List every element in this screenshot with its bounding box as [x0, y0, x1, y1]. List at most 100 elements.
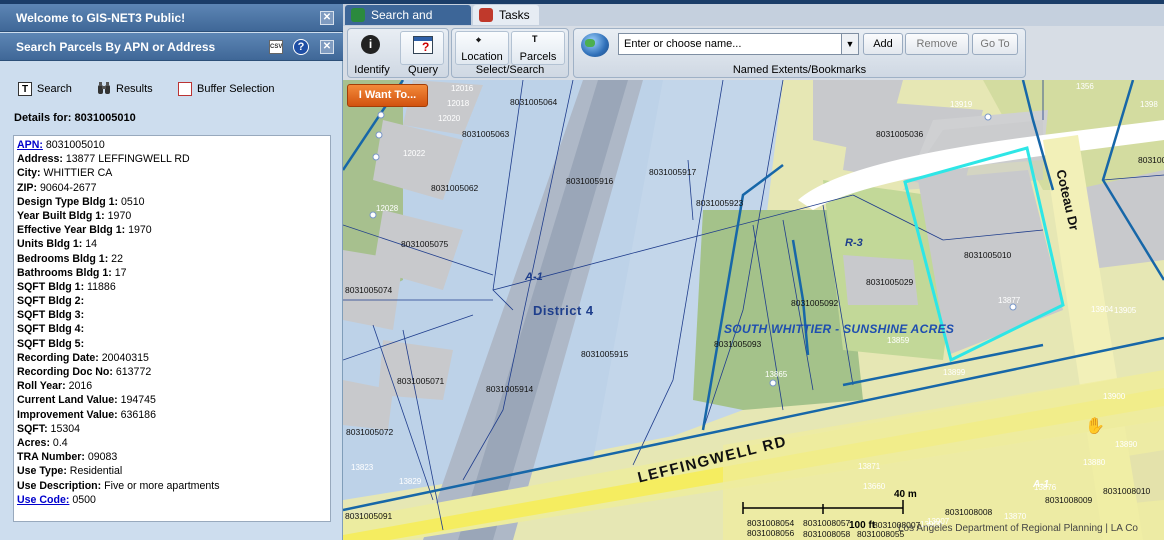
address-number-label: 12028 [376, 204, 399, 213]
zone-r3-label: R-3 [845, 237, 863, 249]
address-number-label: 13859 [887, 336, 910, 345]
tab-results-label: Results [116, 83, 153, 95]
detail-value: 0.4 [49, 436, 68, 449]
search-title: Search Parcels By APN or Address [16, 40, 216, 54]
parcel-number-label: 8031005093 [714, 339, 762, 349]
detail-row: SQFT Bldg 2: [17, 294, 330, 308]
address-number-label: 13905 [1114, 306, 1137, 315]
buffer-icon [178, 82, 192, 97]
detail-value: 20040315 [98, 351, 149, 364]
detail-key: SQFT Bldg 4: [17, 323, 85, 336]
tab-buffer-selection[interactable]: Buffer Selection [178, 80, 274, 98]
detail-row: City: WHITTIER CA [17, 166, 330, 180]
detail-key: SQFT Bldg 3: [17, 309, 85, 322]
address-number-label: 12018 [447, 99, 470, 108]
bookmark-combo[interactable]: Enter or choose name... ▼ [618, 33, 859, 55]
go-to-button[interactable]: Go To [972, 33, 1018, 55]
tab-search[interactable]: T Search [18, 80, 72, 98]
detail-key: SQFT Bldg 1: [17, 280, 85, 293]
detail-row: Roll Year: 2016 [17, 379, 330, 393]
area-label: SOUTH WHITTIER - SUNSHINE ACRES [724, 322, 955, 336]
detail-value: 09083 [84, 451, 118, 464]
parcel-number-label: 8031005071 [397, 376, 445, 386]
close-search-icon[interactable]: ✕ [320, 40, 334, 54]
detail-key: SQFT: [17, 422, 48, 435]
parcel-number-label: 8031005917 [649, 167, 697, 177]
identify-label: Identify [354, 64, 390, 76]
detail-key: Acres: [17, 436, 50, 449]
hand-cursor-icon: ✋ [1085, 418, 1105, 435]
detail-key: Use Description: [17, 479, 102, 492]
chevron-down-icon[interactable]: ▼ [841, 34, 858, 54]
globe-bookmark-icon [581, 33, 609, 57]
address-number-label: 13660 [863, 482, 886, 491]
globe-icon [351, 8, 365, 22]
parcels-label: Parcels [519, 51, 557, 63]
remove-button[interactable]: Remove [905, 33, 969, 55]
tab-tasks[interactable]: Tasks [473, 5, 539, 25]
detail-key: ZIP: [17, 181, 38, 194]
left-panel: Welcome to GIS-NET3 Public! ✕ Search Par… [0, 4, 343, 540]
detail-key-link[interactable]: APN: [17, 139, 43, 151]
detail-row: Year Built Bldg 1: 1970 [17, 209, 330, 223]
detail-value: 2016 [65, 380, 93, 393]
address-number-label: 13823 [351, 463, 374, 472]
detail-row: Recording Date: 20040315 [17, 351, 330, 365]
csv-export-icon[interactable]: CSV [269, 40, 283, 54]
query-label: Query [408, 64, 438, 76]
identify-query-group: i ? Identify Query [347, 28, 449, 78]
detail-row: Acres: 0.4 [17, 436, 330, 450]
detail-value: 0500 [69, 493, 96, 506]
location-icon: ⌖ [476, 35, 482, 45]
address-number-label: 1356 [1076, 82, 1094, 91]
map-attribution: Los Angeles Department of Regional Plann… [898, 523, 1138, 534]
parcel-number-label: 8031008054 [747, 518, 795, 528]
detail-row: Design Type Bldg 1: 0510 [17, 195, 330, 209]
detail-row: Bedrooms Bldg 1: 22 [17, 252, 330, 266]
detail-row: Address: 13877 LEFFINGWELL RD [17, 152, 330, 166]
address-number-label: 13870 [1004, 512, 1027, 521]
detail-key: Recording Date: [17, 351, 99, 364]
detail-key: Bedrooms Bldg 1: [17, 252, 109, 265]
address-number-label: 13890 [1115, 440, 1138, 449]
detail-key-link[interactable]: Use Code: [17, 494, 69, 506]
close-welcome-icon[interactable]: ✕ [320, 11, 334, 25]
info-icon: i [361, 35, 380, 54]
tab-tasks-label: Tasks [499, 8, 530, 22]
detail-row: APN: 8031005010 [17, 138, 330, 152]
i-want-to-button[interactable]: I Want To... [347, 84, 428, 107]
query-button[interactable]: ? [400, 31, 444, 65]
location-label: Location [461, 51, 503, 63]
parcels-button[interactable]: T Parcels [511, 31, 565, 65]
toolbar-tab-row: Search and Locate Tasks [343, 4, 1164, 42]
detail-row: Units Bldg 1: 14 [17, 237, 330, 251]
address-number-label: 13919 [950, 100, 973, 109]
detail-row: SQFT Bldg 1: 11886 [17, 280, 330, 294]
parcel-number-label: 8031005091 [345, 511, 393, 521]
parcel-number-label: 8031005923 [696, 198, 744, 208]
detail-row: Improvement Value: 636186 [17, 408, 330, 422]
detail-value: 11886 [84, 280, 116, 293]
parcel-number-label: 8031008009 [1045, 495, 1093, 505]
toolbar: Search and Locate Tasks i ? Identify Que… [343, 4, 1164, 80]
detail-key: Design Type Bldg 1: [17, 195, 119, 208]
address-number-label: 13899 [943, 368, 966, 377]
detail-row: Use Code: 0500 [17, 493, 330, 507]
detail-row: Bathrooms Bldg 1: 17 [17, 266, 330, 280]
detail-value: 17 [111, 266, 127, 279]
add-button[interactable]: Add [863, 33, 903, 55]
detail-row: Effective Year Bldg 1: 1970 [17, 223, 330, 237]
detail-value: 8031005010 [42, 139, 105, 151]
welcome-header: Welcome to GIS-NET3 Public! ✕ [0, 4, 343, 32]
address-number-label: 13865 [765, 370, 788, 379]
parcel-number-label: 8031005915 [581, 349, 629, 359]
identify-button[interactable]: i [350, 31, 392, 65]
help-icon[interactable]: ? [293, 39, 309, 55]
detail-value: 22 [108, 252, 123, 265]
tab-results[interactable]: Results [97, 80, 153, 98]
bookmark-combo-text: Enter or choose name... [624, 38, 742, 50]
map-view[interactable]: 8031005064 8031005063 8031005062 8031005075… [343, 80, 1164, 540]
location-button[interactable]: ⌖ Location [455, 31, 509, 65]
tab-search-and-locate[interactable]: Search and Locate [345, 5, 471, 42]
search-header: Search Parcels By APN or Address CSV ? ✕ [0, 33, 343, 61]
